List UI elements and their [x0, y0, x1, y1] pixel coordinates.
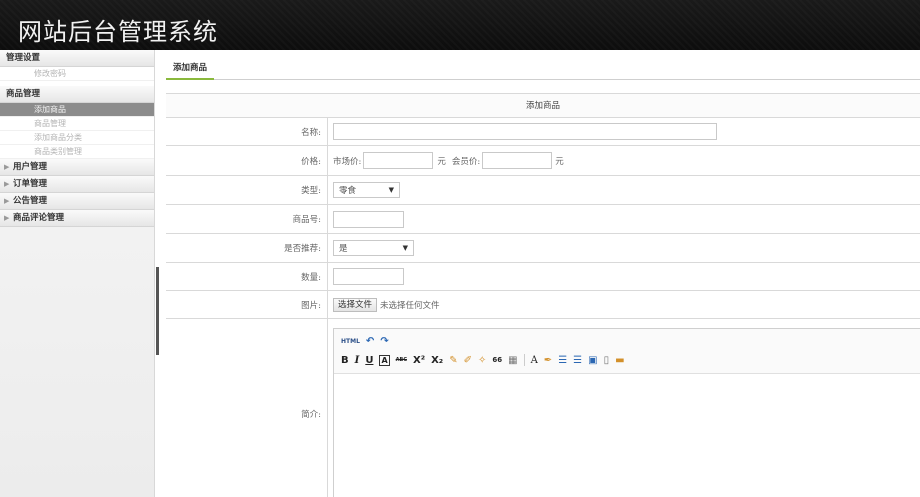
sidebar-item-add-category[interactable]: 添加商品分类	[0, 131, 154, 145]
undo-icon[interactable]: ↶	[366, 336, 374, 347]
sidebar-item-manage-categories[interactable]: 商品类别管理	[0, 145, 154, 159]
sidebar-group-orders[interactable]: ▶ 订单管理	[0, 176, 154, 193]
media-icon[interactable]: ▬	[615, 355, 624, 366]
member-price-input[interactable]	[482, 152, 553, 169]
member-price-label: 会员价:	[451, 156, 481, 167]
name-input[interactable]	[333, 123, 717, 140]
choose-file-button[interactable]: 选择文件	[333, 297, 378, 312]
market-price-input[interactable]	[363, 152, 434, 169]
italic-icon[interactable]: I	[355, 355, 360, 366]
text-box-icon[interactable]: A	[379, 354, 390, 366]
sku-label: 商品号:	[166, 205, 328, 233]
type-select-value: 零食	[339, 186, 357, 196]
sidebar-item-add-product[interactable]: 添加商品	[0, 103, 154, 117]
sidebar-item-manage-products[interactable]: 商品管理	[0, 117, 154, 131]
form-caption: 添加商品	[166, 94, 920, 117]
price-label: 价格:	[166, 146, 328, 175]
sidebar-group-label: 用户管理	[13, 162, 48, 172]
strikethrough-icon[interactable]: ABC	[396, 357, 407, 363]
add-product-form: 添加商品 名称: 价格: 市场价: 元 会员价: 元 类型: 零食 ▼ 商品号:	[166, 93, 920, 497]
intro-label: 简介:	[166, 319, 328, 497]
subscript-icon[interactable]: X₂	[431, 355, 443, 366]
tab-bar: 添加商品	[166, 58, 920, 80]
format-brush-icon[interactable]: ✐	[464, 355, 472, 366]
tab-add-product[interactable]: 添加商品	[166, 58, 215, 80]
unit-label: 元	[437, 156, 446, 167]
name-label: 名称:	[166, 118, 328, 145]
recommend-select-value: 是	[339, 244, 348, 254]
font-color-icon[interactable]: A	[531, 355, 538, 366]
app-title: 网站后台管理系统	[18, 18, 218, 46]
unordered-list-icon[interactable]: ☰	[573, 355, 582, 366]
select-all-icon[interactable]: ▣	[588, 355, 597, 366]
type-label: 类型:	[166, 176, 328, 204]
sidebar-group-notices[interactable]: ▶ 公告管理	[0, 193, 154, 210]
sidebar-group-products[interactable]: 商品管理	[0, 86, 154, 103]
highlight-icon[interactable]: ✒	[544, 355, 552, 366]
bold-icon[interactable]: B	[341, 355, 349, 366]
dropdown-arrow-icon: ▼	[388, 186, 394, 194]
html-icon[interactable]: HTML	[341, 338, 360, 345]
auto-format-icon[interactable]: ✧	[478, 355, 486, 366]
blockquote-icon[interactable]: 66	[492, 356, 502, 364]
chevron-right-icon: ▶	[4, 197, 10, 205]
sidebar-group-label: 商品评论管理	[13, 213, 65, 223]
superscript-icon[interactable]: X²	[413, 355, 425, 366]
clear-doc-icon[interactable]: ▯	[604, 355, 610, 366]
rich-text-editor: HTML ↶ ↷ B I U A ABC X² X₂ ✎ ✐ ✧ 66 ▦ A …	[333, 328, 920, 497]
underline-icon[interactable]: U	[365, 355, 373, 366]
quantity-input[interactable]	[333, 268, 404, 285]
type-select[interactable]: 零食 ▼	[333, 182, 400, 198]
unit-label: 元	[555, 156, 564, 167]
sidebar-group-settings[interactable]: 管理设置	[0, 50, 154, 67]
eraser-icon[interactable]: ✎	[449, 355, 457, 366]
recommend-select[interactable]: 是 ▼	[333, 240, 414, 256]
market-price-label: 市场价:	[333, 156, 362, 167]
editor-toolbar: HTML ↶ ↷ B I U A ABC X² X₂ ✎ ✐ ✧ 66 ▦ A …	[334, 329, 920, 374]
sidebar: 管理设置 修改密码 商品管理 添加商品 商品管理 添加商品分类 商品类别管理 ▶…	[0, 50, 155, 497]
file-status-text: 未选择任何文件	[380, 300, 440, 311]
sidebar-group-label: 公告管理	[13, 196, 48, 206]
redo-icon[interactable]: ↷	[380, 336, 388, 347]
chevron-right-icon: ▶	[4, 180, 10, 188]
sku-input[interactable]	[333, 210, 404, 228]
sidebar-group-users[interactable]: ▶ 用户管理	[0, 159, 154, 176]
paste-text-icon[interactable]: ▦	[508, 355, 517, 366]
sidebar-resize-handle[interactable]	[156, 267, 159, 355]
chevron-right-icon: ▶	[4, 163, 10, 171]
sidebar-group-label: 订单管理	[13, 179, 48, 189]
chevron-right-icon: ▶	[4, 214, 10, 222]
recommend-label: 是否推荐:	[166, 234, 328, 262]
sidebar-group-reviews[interactable]: ▶ 商品评论管理	[0, 210, 154, 227]
sidebar-item-change-password[interactable]: 修改密码	[0, 67, 154, 81]
image-label: 图片:	[166, 291, 328, 318]
dropdown-arrow-icon: ▼	[402, 244, 408, 252]
quantity-label: 数量:	[166, 263, 328, 290]
ordered-list-icon[interactable]: ☰	[558, 355, 567, 366]
app-header: 网站后台管理系统	[0, 0, 920, 50]
